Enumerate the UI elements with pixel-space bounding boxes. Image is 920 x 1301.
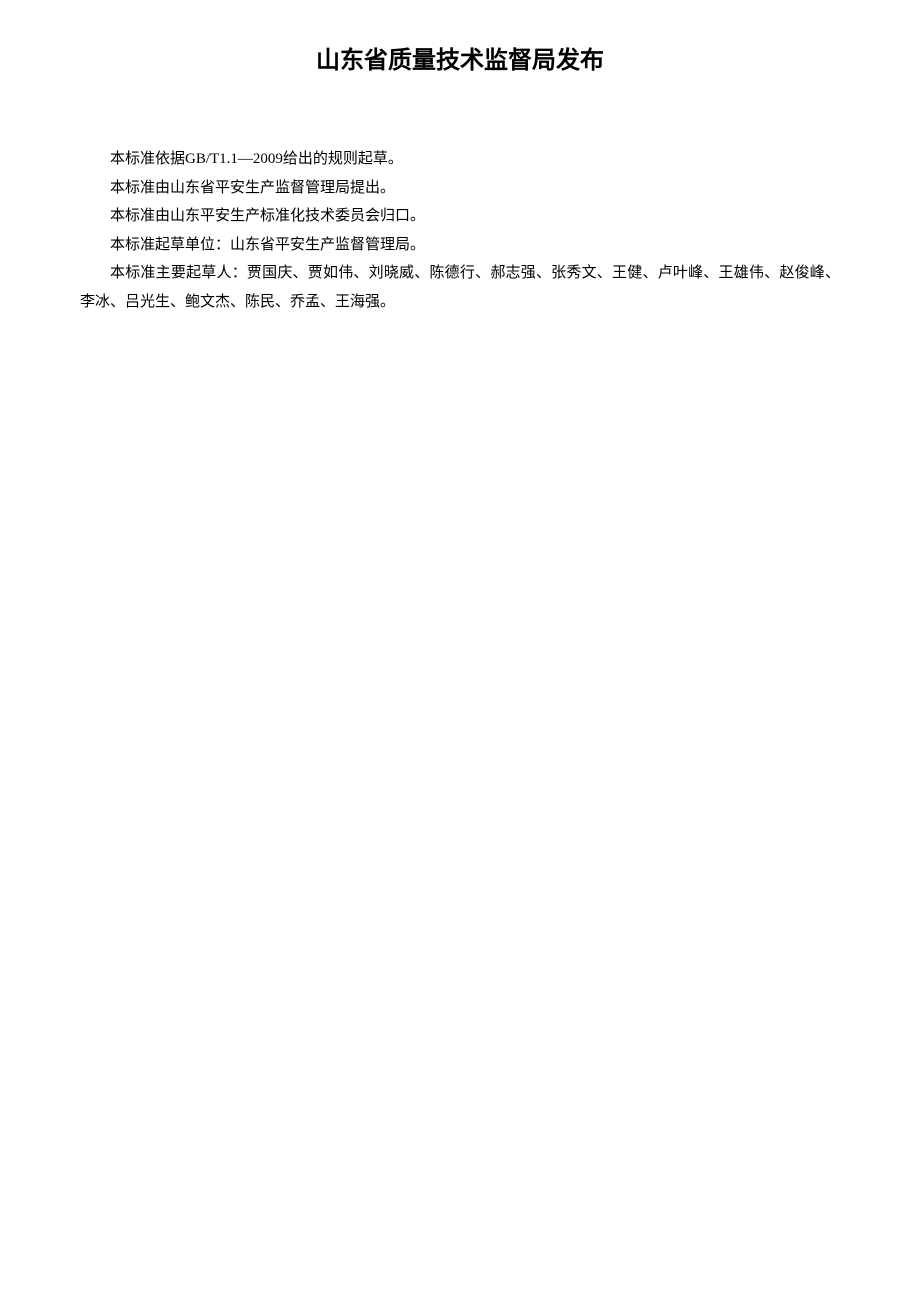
document-title: 山东省质量技术监督局发布 bbox=[80, 40, 840, 75]
paragraph-2: 本标准由山东省平安生产监督管理局提出。 bbox=[80, 174, 840, 203]
paragraph-4: 本标准起草单位：山东省平安生产监督管理局。 bbox=[80, 231, 840, 260]
paragraph-1: 本标准依据GB/T1.1—2009给出的规则起草。 bbox=[80, 145, 840, 174]
paragraph-3: 本标准由山东平安生产标准化技术委员会归口。 bbox=[80, 202, 840, 231]
paragraph-5: 本标准主要起草人：贾国庆、贾如伟、刘晓威、陈德行、郝志强、张秀文、王健、卢叶峰、… bbox=[80, 259, 840, 316]
